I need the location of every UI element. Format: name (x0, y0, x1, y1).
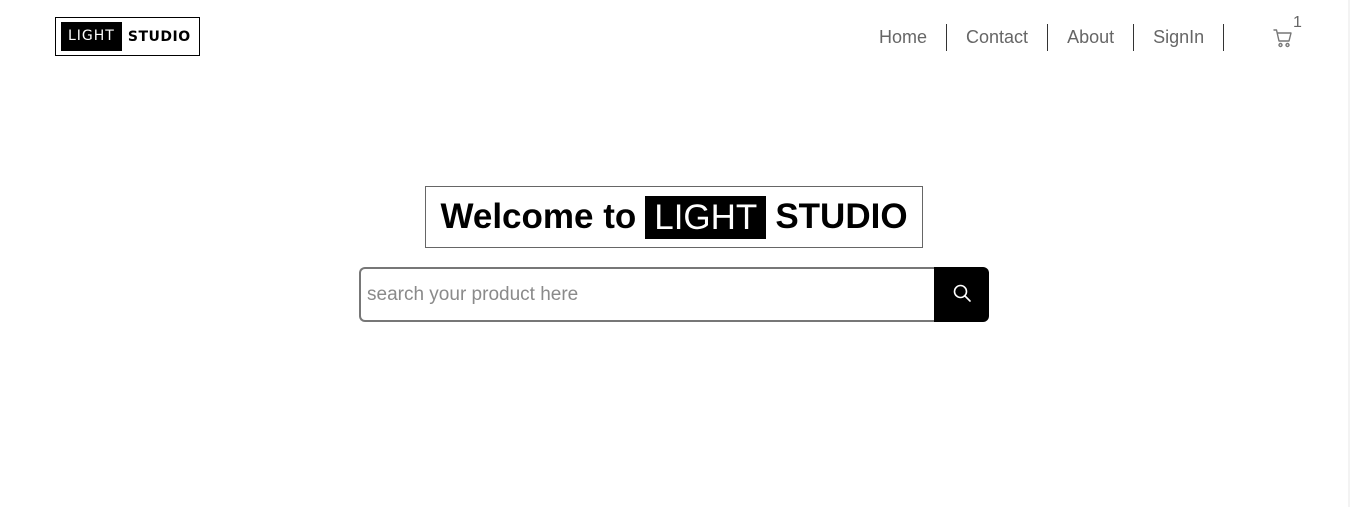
logo-word: STUDIO (127, 28, 191, 45)
nav-home-link[interactable]: Home (860, 24, 948, 51)
search-input[interactable] (359, 267, 934, 322)
nav-contact-link[interactable]: Contact (947, 24, 1049, 51)
search-icon (952, 283, 972, 306)
title-suffix: STUDIO (775, 197, 908, 236)
title-highlight: LIGHT (645, 195, 767, 239)
search-form (359, 267, 989, 322)
search-button[interactable] (934, 267, 989, 322)
nav-about-link[interactable]: About (1048, 24, 1135, 51)
main-nav: Home Contact About SignIn (860, 24, 1225, 51)
title-prefix: Welcome to (440, 197, 637, 236)
cart-count-badge: 1 (1293, 14, 1302, 31)
page: LIGHT STUDIO Home Contact About SignIn 1… (0, 0, 1350, 507)
cart-icon[interactable] (1272, 27, 1294, 49)
logo-highlight: LIGHT (61, 22, 122, 51)
site-logo[interactable]: LIGHT STUDIO (55, 17, 200, 56)
nav-signin-link[interactable]: SignIn (1134, 24, 1225, 51)
hero-title: Welcome to LIGHT STUDIO (425, 186, 923, 248)
